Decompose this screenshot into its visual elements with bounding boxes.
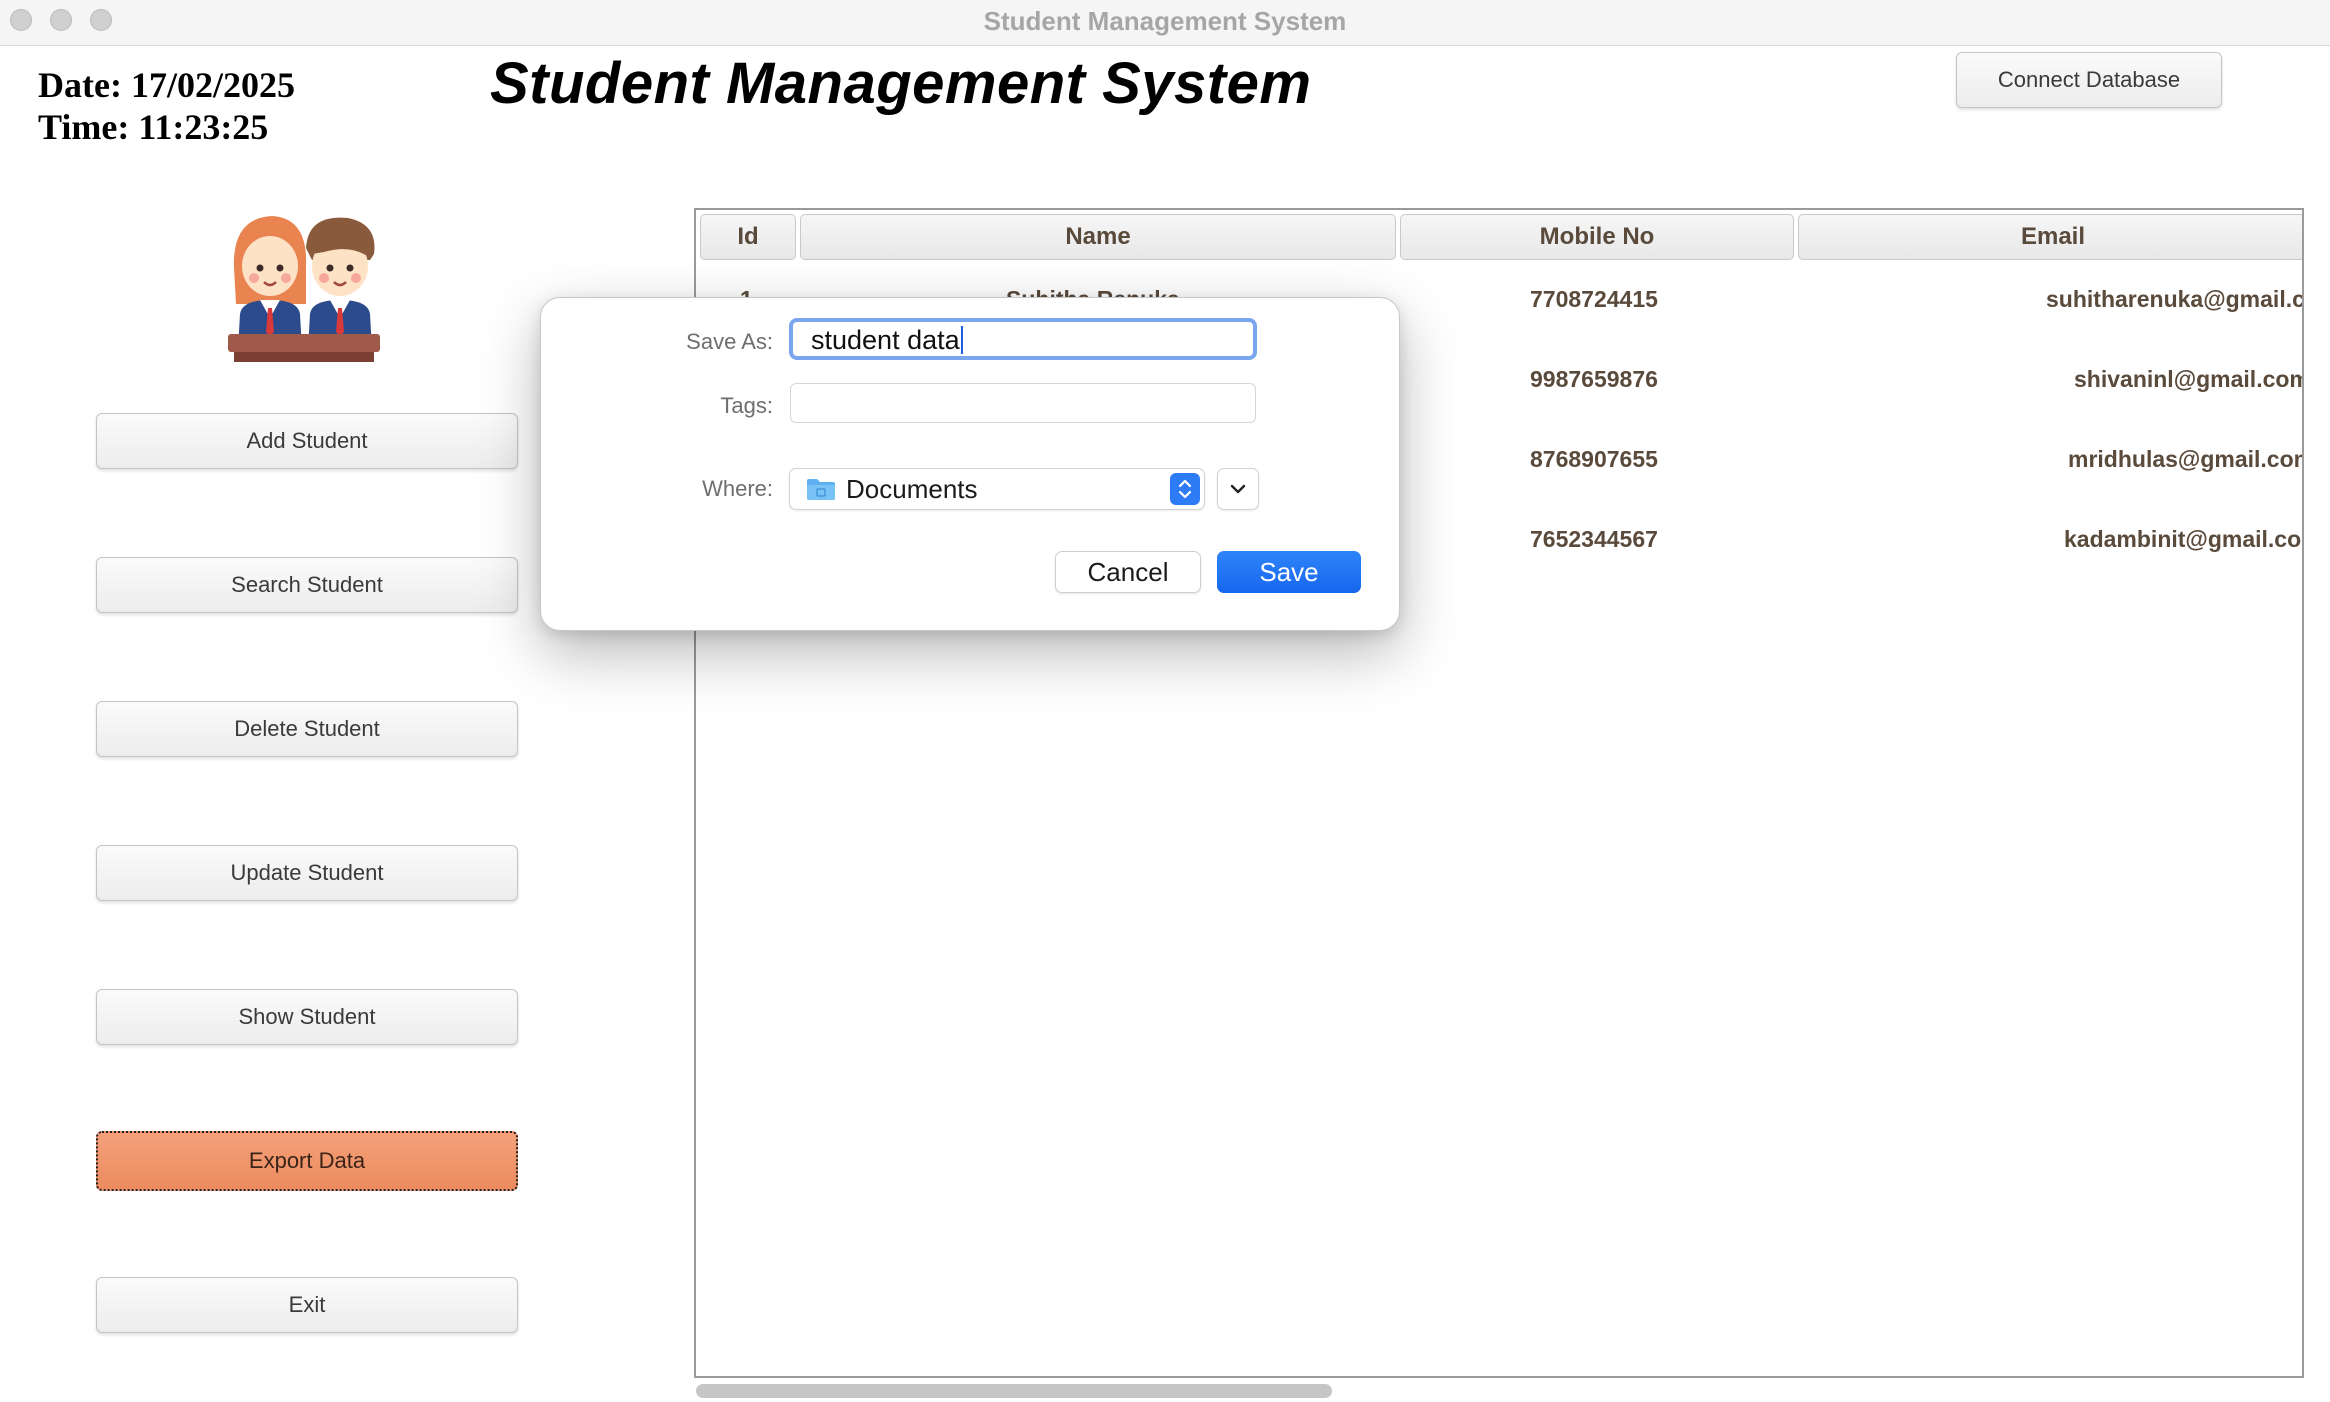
- show-student-button[interactable]: Show Student: [96, 989, 518, 1045]
- students-avatar-icon: [228, 216, 380, 362]
- horizontal-scrollbar[interactable]: [696, 1384, 1332, 1398]
- cell-email: kadambinit@gmail.com: [2064, 526, 2304, 552]
- save-as-value: student data: [811, 324, 960, 355]
- save-as-label: Save As:: [686, 329, 773, 354]
- date-label: Date: 17/02/2025: [38, 65, 295, 105]
- save-as-input[interactable]: student data: [789, 318, 1257, 360]
- cell-mobile: 8768907655: [1530, 446, 1658, 472]
- window-title: Student Management System: [983, 6, 1347, 36]
- connect-database-button[interactable]: Connect Database: [1956, 52, 2222, 108]
- column-header-mobile[interactable]: Mobile No: [1400, 214, 1794, 260]
- tags-label: Tags:: [720, 393, 773, 418]
- expand-dialog-button[interactable]: [1217, 468, 1259, 510]
- window-titlebar: Student Management System: [0, 0, 2330, 46]
- export-data-button[interactable]: Export Data: [96, 1131, 518, 1191]
- where-select[interactable]: Documents: [789, 468, 1205, 510]
- cell-mobile: 7708724415: [1530, 286, 1658, 312]
- updown-chevrons-icon: [1170, 473, 1200, 505]
- cell-mobile: 9987659876: [1530, 366, 1658, 392]
- chevron-down-icon: [1230, 484, 1246, 494]
- folder-icon: [807, 479, 835, 500]
- cell-mobile: 7652344567: [1530, 526, 1658, 552]
- save-button[interactable]: Save: [1217, 551, 1361, 593]
- delete-student-button[interactable]: Delete Student: [96, 701, 518, 757]
- datetime-block: Date: 17/02/2025 Time: 11:23:25: [38, 64, 295, 148]
- column-header-name[interactable]: Name: [800, 214, 1396, 260]
- column-header-id[interactable]: Id: [700, 214, 796, 260]
- text-caret: [960, 326, 963, 354]
- page-title: Student Management System: [490, 51, 1312, 116]
- tags-input[interactable]: [790, 383, 1256, 423]
- save-dialog: Save As: student data Tags: Where: Docum…: [540, 297, 1400, 631]
- exit-button[interactable]: Exit: [96, 1277, 518, 1333]
- cancel-button[interactable]: Cancel: [1055, 551, 1201, 593]
- cell-email: suhitharenuka@gmail.com: [2046, 286, 2304, 312]
- cell-email: mridhulas@gmail.com: [2068, 446, 2304, 472]
- search-student-button[interactable]: Search Student: [96, 557, 518, 613]
- where-value: Documents: [846, 473, 978, 504]
- update-student-button[interactable]: Update Student: [96, 845, 518, 901]
- column-header-email[interactable]: Email: [1798, 214, 2302, 260]
- where-label: Where:: [702, 476, 773, 501]
- add-student-button[interactable]: Add Student: [96, 413, 518, 469]
- time-label: Time: 11:23:25: [38, 107, 269, 147]
- cell-email: shivaninl@gmail.com: [2074, 366, 2304, 392]
